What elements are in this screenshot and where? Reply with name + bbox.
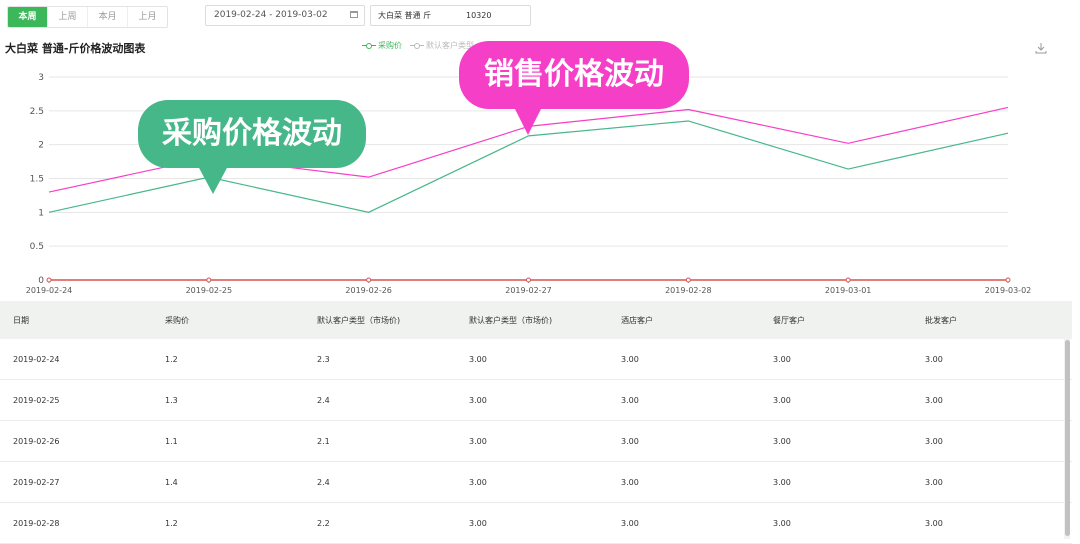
table-cell: 2.4 [317, 477, 330, 487]
table-cell: 1.2 [165, 518, 178, 528]
table-scroll-thumb[interactable] [1065, 340, 1070, 536]
table-cell: 3.00 [469, 395, 487, 405]
product-select[interactable]: 大白菜 普通 斤 10320 [370, 5, 531, 26]
table-cell: 3.00 [621, 518, 639, 528]
table-cell: 2.3 [317, 354, 330, 364]
data-point [366, 277, 372, 283]
table-cell: 3.00 [773, 477, 791, 487]
column-header: 酒店客户 [621, 315, 653, 325]
table-cell: 2019-02-24 [13, 354, 60, 364]
table-body: 2019-02-24 1.2 2.3 3.00 3.00 3.00 3.00 2019-02-… [0, 339, 1072, 544]
table-row: 2019-02-27 1.4 2.4 3.00 3.00 3.00 3.00 [0, 462, 1072, 503]
table-row: 2019-02-26 1.1 2.1 3.00 3.00 3.00 3.00 [0, 421, 1072, 462]
period-last-week[interactable]: 上周 [48, 7, 88, 27]
date-range-value: 2019-02-24 - 2019-03-02 [214, 10, 328, 20]
y-tick-label: 0 [38, 276, 44, 286]
x-tick-label: 2019-02-24 [26, 286, 73, 295]
x-tick-label: 2019-02-27 [505, 286, 552, 295]
table-cell: 3.00 [925, 477, 943, 487]
period-this-week[interactable]: 本周 [8, 7, 48, 27]
table-cell: 3.00 [469, 354, 487, 364]
table-row: 2019-02-24 1.2 2.3 3.00 3.00 3.00 3.00 [0, 339, 1072, 380]
column-header: 日期 [13, 315, 29, 325]
table-cell: 3.00 [925, 395, 943, 405]
sales-price-callout: 销售价格波动 [459, 41, 689, 135]
table-cell: 3.00 [469, 436, 487, 446]
period-last-month[interactable]: 上月 [128, 7, 167, 27]
table-cell: 2.2 [317, 518, 330, 528]
x-tick-label: 2019-02-25 [186, 286, 233, 295]
y-tick-label: 0.5 [30, 242, 44, 252]
table-cell: 3.00 [773, 436, 791, 446]
data-point [845, 277, 851, 283]
column-header: 批发客户 [925, 315, 957, 325]
table-row: 2019-02-28 1.2 2.2 3.00 3.00 3.00 3.00 [0, 503, 1072, 544]
legend-line-icon [410, 42, 424, 50]
table-cell: 2.1 [317, 436, 330, 446]
y-tick-label: 1.5 [30, 175, 44, 185]
product-code: 10320 [466, 11, 492, 20]
legend-item-default-customer[interactable]: 默认客户类型 [410, 40, 474, 51]
column-header: 默认客户类型（市场价) [317, 315, 401, 325]
data-point [46, 277, 52, 283]
table-cell: 3.00 [773, 518, 791, 528]
y-tick-label: 3 [38, 73, 44, 83]
table-cell: 3.00 [925, 436, 943, 446]
x-tick-label: 2019-02-26 [345, 286, 392, 295]
table-cell: 3.00 [621, 477, 639, 487]
y-tick-label: 2.5 [30, 107, 44, 117]
table-cell: 3.00 [773, 395, 791, 405]
table-cell: 1.2 [165, 354, 178, 364]
product-name: 大白菜 普通 斤 [378, 11, 432, 20]
column-header: 餐厅客户 [773, 315, 805, 325]
purchase-price-callout: 采购价格波动 [138, 100, 366, 194]
data-point [206, 277, 212, 283]
data-point [526, 277, 531, 283]
table-cell: 3.00 [621, 395, 639, 405]
period-this-month[interactable]: 本月 [88, 7, 128, 27]
table-cell: 1.1 [165, 436, 178, 446]
column-header: 采购价 [165, 315, 189, 325]
table-cell: 2.4 [317, 395, 330, 405]
table-cell: 2019-02-28 [13, 518, 60, 528]
period-selector: 本周 上周 本月 上月 [7, 6, 168, 28]
column-header: 默认客户类型（市场价) [469, 315, 553, 325]
table-row: 2019-02-25 1.3 2.4 3.00 3.00 3.00 3.00 [0, 380, 1072, 421]
y-tick-label: 2 [38, 141, 44, 151]
table-cell: 1.4 [165, 477, 178, 487]
price-table: 日期 采购价 默认客户类型（市场价) 默认客户类型（市场价) 酒店客户 餐厅客户 批发客户 … [0, 301, 1072, 544]
legend-label: 采购价 [378, 41, 402, 50]
legend-item-purchase[interactable]: 采购价 [362, 40, 402, 51]
x-tick-label: 2019-03-02 [985, 286, 1032, 295]
calendar-icon [350, 11, 358, 18]
table-cell: 3.00 [925, 518, 943, 528]
data-point [685, 277, 691, 283]
data-point [1005, 277, 1011, 283]
x-tick-label: 2019-02-28 [665, 286, 712, 295]
table-cell: 3.00 [469, 477, 487, 487]
table-cell: 2019-02-25 [13, 395, 60, 405]
table-header: 日期 采购价 默认客户类型（市场价) 默认客户类型（市场价) 酒店客户 餐厅客户 批发客户 [0, 301, 1072, 339]
x-tick-label: 2019-03-01 [825, 286, 872, 295]
table-cell: 1.3 [165, 395, 178, 405]
date-range-picker[interactable]: 2019-02-24 - 2019-03-02 [205, 5, 365, 26]
table-cell: 3.00 [925, 354, 943, 364]
table-cell: 2019-02-27 [13, 477, 60, 487]
y-tick-label: 1 [38, 208, 44, 218]
table-cell: 2019-02-26 [13, 436, 60, 446]
legend-line-icon [362, 42, 376, 50]
download-icon[interactable] [1035, 42, 1047, 54]
table-cell: 3.00 [469, 518, 487, 528]
table-cell: 3.00 [621, 354, 639, 364]
table-cell: 3.00 [773, 354, 791, 364]
table-cell: 3.00 [621, 436, 639, 446]
chart-title: 大白菜 普通-斤价格波动图表 [5, 42, 146, 55]
